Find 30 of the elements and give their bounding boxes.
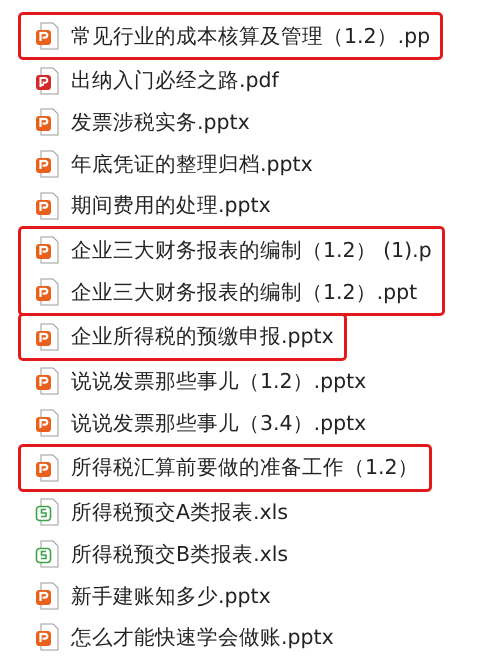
document-file-icon <box>35 66 59 95</box>
document-file-icon <box>35 22 59 50</box>
file-name[interactable]: 所得税预交B类报表.xls <box>71 544 288 564</box>
file-name[interactable]: 常见行业的成本核算及管理（1.2）.pp <box>71 26 430 46</box>
document-file-icon <box>35 367 59 396</box>
file-name[interactable]: 发票涉税实务.pptx <box>71 112 250 132</box>
document-file-icon <box>35 150 59 178</box>
document-file-icon <box>35 409 59 438</box>
document-file-icon <box>35 322 59 351</box>
file-name[interactable]: 年底凭证的整理归档.pptx <box>71 154 313 174</box>
document-file-icon <box>35 623 59 652</box>
file-name[interactable]: 新手建账知多少.pptx <box>71 586 271 606</box>
file-name[interactable]: 企业所得税的预缴申报.pptx <box>71 326 334 347</box>
file-name[interactable]: 期间费用的处理.pptx <box>71 195 271 216</box>
document-file-icon <box>35 236 59 264</box>
document-file-icon <box>35 108 59 136</box>
file-name[interactable]: 所得税预交A类报表.xls <box>71 502 288 523</box>
spreadsheet-file-icon <box>35 498 59 526</box>
file-name[interactable]: 怎么才能快速学会做账.pptx <box>71 627 334 648</box>
file-name[interactable]: 所得税汇算前要做的准备工作（1.2） <box>71 457 419 478</box>
document-file-icon <box>35 278 59 306</box>
file-name[interactable]: 说说发票那些事儿（1.2）.pptx <box>71 371 366 392</box>
file-name[interactable]: 说说发票那些事儿（3.4）.pptx <box>71 412 366 434</box>
file-name[interactable]: 企业三大财务报表的编制（1.2） (1).p <box>71 240 432 261</box>
document-file-icon <box>35 192 59 220</box>
spreadsheet-file-icon <box>35 540 59 568</box>
file-name[interactable]: 出纳入门必经之路.pdf <box>71 70 279 91</box>
document-file-icon <box>35 454 59 482</box>
document-file-icon <box>35 582 59 610</box>
file-name[interactable]: 企业三大财务报表的编制（1.2）.ppt <box>71 282 418 302</box>
